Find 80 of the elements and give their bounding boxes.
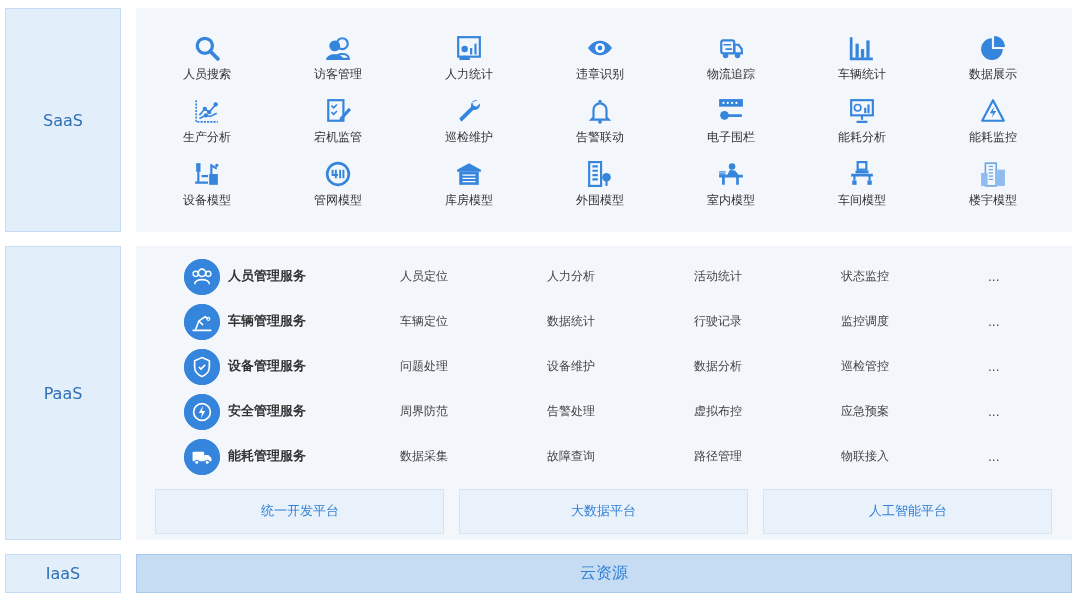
service-feature: ... bbox=[988, 404, 1001, 419]
service-feature: 车辆定位 bbox=[400, 313, 449, 330]
service-feature: 人员定位 bbox=[400, 268, 449, 285]
app-label: 数据展示 bbox=[968, 66, 1017, 83]
service-feature: 数据分析 bbox=[694, 358, 743, 375]
service-feature: 行驶记录 bbox=[694, 313, 743, 330]
app-label: 楼宇模型 bbox=[968, 192, 1017, 209]
service-feature: ... bbox=[988, 359, 1001, 374]
checklist-pen-icon bbox=[324, 98, 351, 124]
layer-label: IaaS bbox=[5, 554, 121, 593]
service-name: 设备管理服务 bbox=[228, 358, 306, 375]
service-feature: 人力分析 bbox=[547, 268, 596, 285]
app-label: 物流追踪 bbox=[706, 66, 755, 83]
service-feature: 数据采集 bbox=[400, 448, 449, 465]
app-label: 设备模型 bbox=[182, 192, 231, 209]
app-label: 管网模型 bbox=[313, 192, 362, 209]
app-label: 外围模型 bbox=[575, 192, 624, 209]
people-icon bbox=[184, 258, 220, 295]
service-feature: 活动统计 bbox=[694, 268, 743, 285]
service-feature: 物联接入 bbox=[841, 448, 890, 465]
app-label: 能耗监控 bbox=[968, 129, 1017, 146]
workbench-icon bbox=[848, 161, 875, 187]
layer-label: PaaS bbox=[5, 246, 121, 540]
office-buildings-icon bbox=[979, 161, 1006, 187]
service-feature: 故障查询 bbox=[547, 448, 596, 465]
building-tree-icon bbox=[586, 161, 613, 187]
app-label: 人员搜索 bbox=[182, 66, 231, 83]
lightning-circle-icon bbox=[184, 393, 220, 430]
layer-label: SaaS bbox=[5, 8, 121, 232]
service-feature: 路径管理 bbox=[694, 448, 743, 465]
robot-arm-icon bbox=[184, 303, 220, 340]
service-feature: 状态监控 bbox=[841, 268, 890, 285]
app-label: 电子围栏 bbox=[706, 129, 755, 146]
service-feature: 巡检管控 bbox=[841, 358, 890, 375]
service-feature: 应急预案 bbox=[841, 403, 890, 420]
service-feature: ... bbox=[988, 269, 1001, 284]
service-feature: 设备维护 bbox=[547, 358, 596, 375]
bar-chart-icon bbox=[848, 35, 875, 61]
app-label: 库房模型 bbox=[444, 192, 493, 209]
service-feature: 数据统计 bbox=[547, 313, 596, 330]
service-name: 人员管理服务 bbox=[228, 268, 306, 285]
app-label: 车间模型 bbox=[837, 192, 886, 209]
service-feature: 虚拟布控 bbox=[694, 403, 743, 420]
platform-block: 大数据平台 bbox=[459, 489, 748, 534]
monitor-chart-icon bbox=[848, 98, 875, 124]
gearshift-circle-icon bbox=[324, 161, 351, 187]
lightning-warning-icon bbox=[979, 98, 1006, 124]
app-label: 室内模型 bbox=[706, 192, 755, 209]
app-label: 访客管理 bbox=[313, 66, 362, 83]
warehouse-icon bbox=[455, 161, 482, 187]
presentation-chart-icon bbox=[455, 35, 482, 61]
app-label: 巡检维护 bbox=[444, 129, 493, 146]
machine-icon bbox=[193, 161, 220, 187]
service-feature: 周界防范 bbox=[400, 403, 449, 420]
service-name: 安全管理服务 bbox=[228, 403, 306, 420]
app-label: 人力统计 bbox=[444, 66, 493, 83]
bell-icon bbox=[586, 98, 613, 124]
service-name: 能耗管理服务 bbox=[228, 448, 306, 465]
pie-chart-icon bbox=[979, 35, 1006, 61]
desk-worker-icon bbox=[717, 161, 744, 187]
service-feature: 问题处理 bbox=[400, 358, 449, 375]
service-feature: 监控调度 bbox=[841, 313, 890, 330]
shield-check-icon bbox=[184, 348, 220, 385]
line-chart-icon bbox=[193, 98, 220, 124]
people-icon bbox=[324, 35, 351, 61]
resource-label: 云资源 bbox=[580, 563, 628, 584]
platform-block: 人工智能平台 bbox=[763, 489, 1052, 534]
app-label: 生产分析 bbox=[182, 129, 231, 146]
service-feature: 告警处理 bbox=[547, 403, 596, 420]
platform-block: 统一开发平台 bbox=[155, 489, 444, 534]
truck-icon bbox=[184, 438, 220, 475]
app-label: 车辆统计 bbox=[837, 66, 886, 83]
app-label: 能耗分析 bbox=[837, 129, 886, 146]
search-icon bbox=[193, 35, 220, 61]
app-label: 宕机监管 bbox=[313, 129, 362, 146]
app-label: 违章识别 bbox=[575, 66, 624, 83]
service-feature: ... bbox=[988, 449, 1001, 464]
service-feature: ... bbox=[988, 314, 1001, 329]
service-name: 车辆管理服务 bbox=[228, 313, 306, 330]
app-label: 告警联动 bbox=[575, 129, 624, 146]
